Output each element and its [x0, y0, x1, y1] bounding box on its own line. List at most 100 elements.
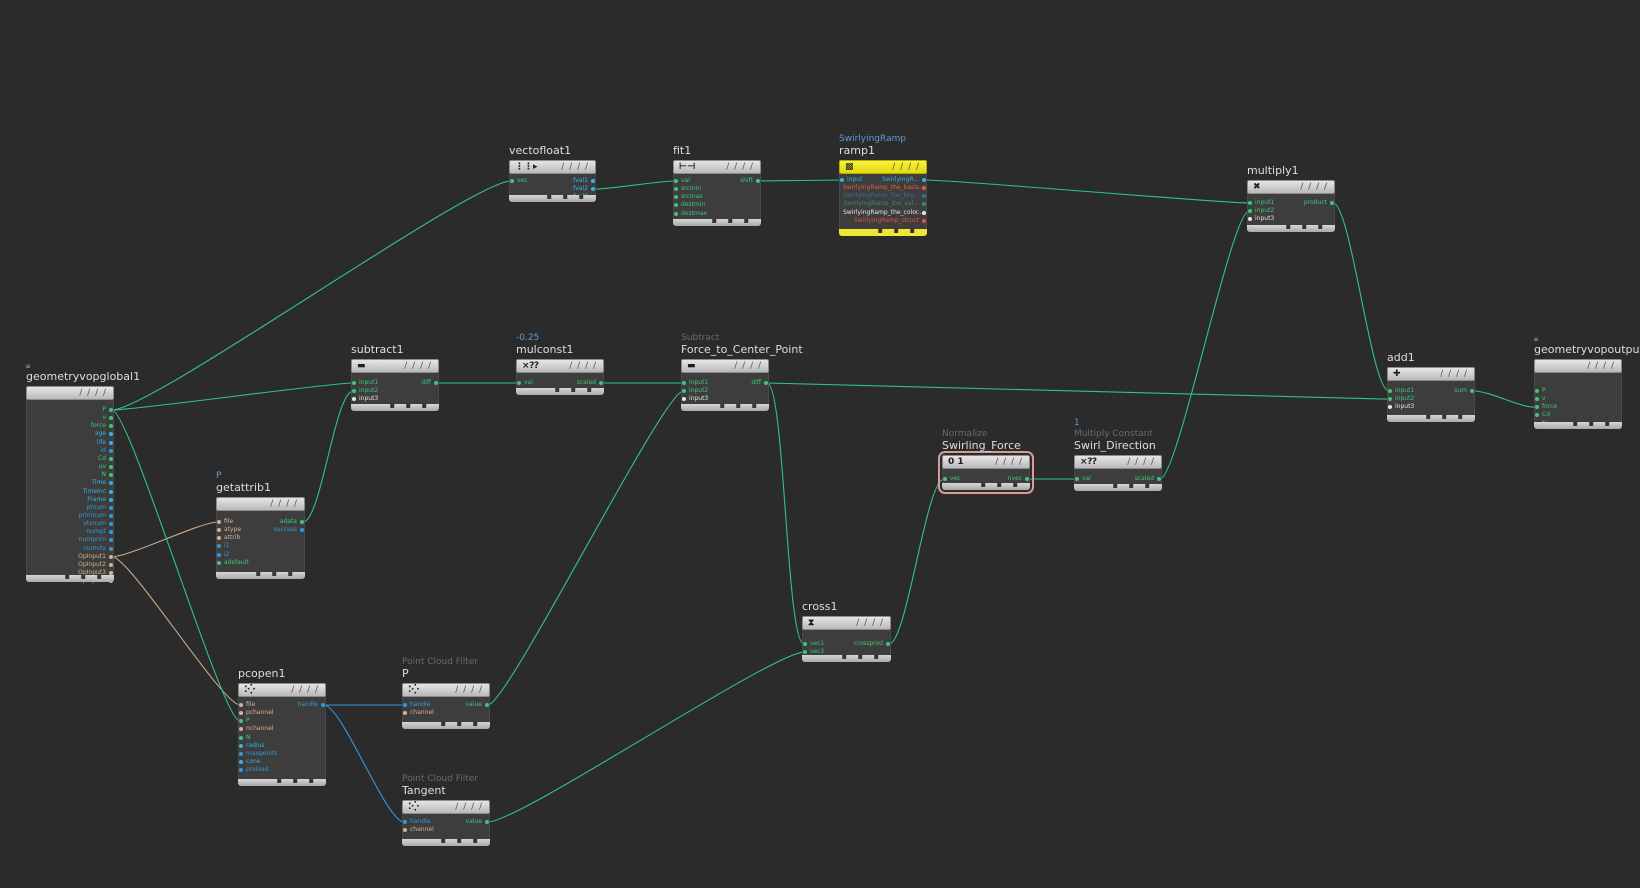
- port-connector-icon[interactable]: [109, 505, 113, 510]
- output-port[interactable]: product: [1304, 199, 1334, 207]
- port-connector-icon[interactable]: [922, 218, 926, 223]
- output-port[interactable]: age: [95, 430, 113, 438]
- node-pcopen1[interactable]: pcopen1 ⁚⁛ / / / / file pchannel Pnchannel Nra…: [238, 668, 326, 786]
- output-port[interactable]: success: [274, 526, 304, 534]
- port-connector-icon[interactable]: [599, 381, 603, 385]
- node-header[interactable]: ✚ / / / /: [1387, 367, 1475, 381]
- input-port[interactable]: preload: [239, 766, 269, 774]
- port-connector-icon[interactable]: [109, 408, 113, 412]
- input-port[interactable]: i1: [217, 542, 229, 550]
- wire-tangent-value-to-cross1-vec2[interactable]: [487, 651, 805, 823]
- port-connector-icon[interactable]: [109, 481, 113, 486]
- output-port[interactable]: id: [101, 447, 113, 455]
- port-connector-icon[interactable]: [922, 186, 926, 191]
- port-connector-icon[interactable]: [1157, 477, 1161, 481]
- input-port[interactable]: maxpoints: [239, 750, 278, 758]
- port-connector-icon[interactable]: [682, 389, 686, 394]
- node-name[interactable]: getattrib1: [216, 482, 271, 494]
- node-name[interactable]: cross1: [802, 601, 838, 613]
- output-port[interactable]: v: [102, 414, 113, 422]
- node-header[interactable]: ×⁇ / / / /: [516, 359, 604, 373]
- output-port[interactable]: vtxnum: [83, 520, 113, 528]
- node-header[interactable]: / / / /: [1534, 359, 1622, 373]
- output-port[interactable]: OpInput2: [78, 561, 113, 569]
- input-port[interactable]: handle: [403, 818, 430, 826]
- input-port[interactable]: val: [674, 177, 690, 185]
- port-connector-icon[interactable]: [109, 538, 113, 543]
- output-port[interactable]: SwirlyingRamp_the_key...: [843, 192, 926, 200]
- port-connector-icon[interactable]: [321, 703, 325, 707]
- port-connector-icon[interactable]: [922, 194, 926, 199]
- wire-force-to-center-point-diff-to-add1-input2[interactable]: [766, 382, 1390, 400]
- port-connector-icon[interactable]: [109, 546, 113, 551]
- output-port[interactable]: SwirlyingRamp_the_color...: [843, 209, 926, 217]
- port-connector-icon[interactable]: [1248, 209, 1252, 214]
- input-port[interactable]: P: [239, 717, 250, 725]
- node-flags-icon[interactable]: / / / /: [291, 684, 319, 696]
- port-connector-icon[interactable]: [109, 522, 113, 527]
- wire-geometryvopglobal1-p-to-vectofloat1-vec[interactable]: [111, 180, 512, 411]
- node-header[interactable]: / / / /: [216, 497, 305, 511]
- input-port[interactable]: atype: [217, 526, 241, 534]
- input-port[interactable]: input3: [1388, 403, 1414, 411]
- node-name[interactable]: Tangent: [402, 785, 478, 797]
- wire-add1-sum-to-geometryvopoutput1-force[interactable]: [1472, 390, 1537, 408]
- output-port[interactable]: shift: [740, 177, 760, 185]
- node-header[interactable]: ⁚⁛ / / / /: [402, 683, 490, 697]
- output-port[interactable]: SwirlyingRamp_the_basis...: [843, 184, 926, 192]
- node-name[interactable]: add1: [1387, 352, 1415, 364]
- node-header[interactable]: ⁚⁛ / / / /: [238, 683, 326, 697]
- wire-getattrib1-adata-to-subtract1-input2[interactable]: [302, 390, 354, 523]
- port-connector-icon[interactable]: [217, 560, 221, 565]
- node-flags-icon[interactable]: / / / /: [856, 617, 884, 629]
- input-port[interactable]: input: [840, 176, 862, 184]
- wire-pcopen1-handle-to-tangent-handle[interactable]: [323, 704, 405, 823]
- input-port[interactable]: input2: [1388, 395, 1414, 403]
- node-name[interactable]: Swirling_Force: [942, 440, 1021, 452]
- node-name[interactable]: Force_to_Center_Point: [681, 344, 803, 356]
- port-connector-icon[interactable]: [1535, 397, 1539, 402]
- port-connector-icon[interactable]: [109, 497, 113, 502]
- node-flags-icon[interactable]: / / / /: [995, 456, 1023, 468]
- node-header[interactable]: ⁚⁛ / / / /: [402, 800, 490, 814]
- wire-swirl-direction-scaled-to-multiply1-input2[interactable]: [1159, 210, 1250, 480]
- output-port[interactable]: numprim: [79, 536, 113, 544]
- node-flags-icon[interactable]: / / / /: [892, 161, 920, 173]
- input-port[interactable]: input2: [352, 387, 378, 395]
- node-name[interactable]: pcopen1: [238, 668, 285, 680]
- output-port[interactable]: Time: [91, 479, 113, 487]
- port-connector-icon[interactable]: [803, 642, 807, 646]
- output-port[interactable]: value: [466, 818, 489, 826]
- port-connector-icon[interactable]: [239, 735, 243, 740]
- port-connector-icon[interactable]: [403, 711, 407, 716]
- node-header[interactable]: ▬ / / / /: [351, 359, 439, 373]
- port-connector-icon[interactable]: [403, 703, 407, 707]
- input-port[interactable]: pchannel: [239, 709, 274, 717]
- port-connector-icon[interactable]: [239, 711, 243, 716]
- node-header[interactable]: ▩ / / / /: [839, 160, 927, 174]
- input-port[interactable]: N: [239, 734, 251, 742]
- node-flags-icon[interactable]: / / / /: [1300, 181, 1328, 193]
- wire-geometryvopglobal1-opinput1-to-getattrib1-file[interactable]: [111, 521, 219, 558]
- output-port[interactable]: crossprod: [854, 640, 890, 648]
- port-connector-icon[interactable]: [109, 465, 113, 470]
- node-name[interactable]: vectofloat1: [509, 145, 571, 157]
- output-port[interactable]: handle: [298, 701, 325, 709]
- output-port[interactable]: Frame: [87, 496, 113, 504]
- node-flags-icon[interactable]: / / / /: [1127, 456, 1155, 468]
- port-connector-icon[interactable]: [943, 477, 947, 481]
- port-connector-icon[interactable]: [1025, 477, 1029, 481]
- port-connector-icon[interactable]: [300, 528, 304, 533]
- input-port[interactable]: srcmin: [674, 185, 701, 193]
- node-flags-icon[interactable]: / / / /: [734, 360, 762, 372]
- node-name[interactable]: Swirl_Direction: [1074, 440, 1156, 452]
- input-port[interactable]: val: [517, 379, 533, 387]
- input-port[interactable]: input3: [1248, 215, 1274, 223]
- node-flags-icon[interactable]: / / / /: [726, 161, 754, 173]
- network-editor[interactable]: 🔒︎ geometryvopglobal1/ / / / Pv force age lif…: [0, 0, 1640, 888]
- node-pcfilter-tangent[interactable]: Point Cloud Filter Tangent ⁚⁛ / / / / handle…: [402, 774, 490, 846]
- node-multiply1[interactable]: multiply1 ✖ / / / / input1 input2 input3 produ…: [1247, 165, 1335, 232]
- output-port[interactable]: diff: [751, 379, 768, 387]
- node-flags-icon[interactable]: / / / /: [270, 498, 298, 510]
- node-name[interactable]: ramp1: [839, 145, 906, 157]
